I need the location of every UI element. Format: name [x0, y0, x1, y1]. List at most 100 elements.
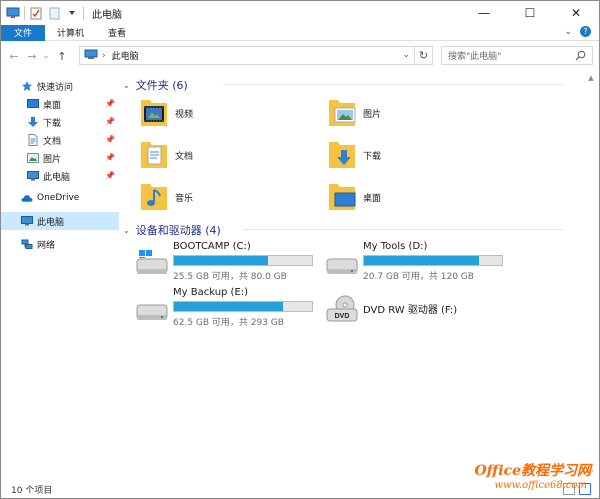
nav-label: 桌面 — [43, 100, 62, 111]
title-bar: 此电脑 — ☐ ✕ — [1, 1, 599, 25]
nav-item-downloads[interactable]: 下载 📌 — [1, 113, 119, 131]
svg-text:DVD: DVD — [335, 313, 350, 320]
computer-icon — [27, 170, 39, 182]
quick-access-toolbar: 此电脑 — [1, 1, 122, 25]
nav-label: 快速访问 — [37, 82, 74, 93]
explorer-window: 此电脑 — ☐ ✕ 文件 计算机 查看 ⌄ ? ← → ⌄ ↑ › 此电脑 ⌄ … — [0, 0, 600, 499]
drive-c[interactable]: BOOTCAMP (C:) 25.5 GB 可用，共 80.0 GB — [135, 241, 325, 289]
pin-icon[interactable]: 📌 — [105, 99, 115, 108]
group-divider — [243, 229, 563, 230]
pin-icon[interactable]: 📌 — [105, 153, 115, 162]
folder-music[interactable]: 音乐 — [139, 177, 329, 217]
music-folder-icon — [139, 180, 169, 215]
pin-icon[interactable]: 📌 — [105, 117, 115, 126]
nav-network[interactable]: 网络 — [1, 235, 119, 253]
computer-icon — [84, 49, 98, 63]
scroll-up-arrow-icon[interactable]: ▲ — [583, 71, 599, 85]
drive-f[interactable]: DVD DVD RW 驱动器 (F:) — [325, 287, 515, 335]
tab-view[interactable]: 查看 — [96, 26, 138, 39]
vertical-scrollbar[interactable]: ▲ ▼ — [583, 71, 599, 479]
dvd-drive-icon: DVD — [325, 295, 359, 327]
folder-name: 下载 — [363, 151, 382, 162]
drive-usage-bar — [173, 255, 313, 266]
folder-pictures[interactable]: 图片 — [327, 93, 517, 133]
drive-size: 20.7 GB 可用，共 120 GB — [363, 272, 474, 282]
drive-name: My Backup (E:) — [173, 287, 249, 298]
new-folder-icon[interactable] — [47, 6, 61, 20]
folder-downloads[interactable]: 下载 — [327, 135, 517, 175]
hard-drive-icon — [135, 295, 169, 327]
drive-size: 25.5 GB 可用，共 80.0 GB — [173, 272, 287, 282]
breadcrumb-chevron-icon[interactable]: › — [102, 51, 106, 61]
expand-ribbon-icon[interactable]: ⌄ — [564, 27, 572, 37]
nav-label: 图片 — [43, 154, 62, 165]
watermark-url: www.office68.com — [494, 480, 588, 491]
tab-file[interactable]: 文件 — [1, 24, 45, 41]
close-button[interactable]: ✕ — [553, 1, 599, 25]
downloads-folder-icon — [327, 138, 357, 173]
nav-quick-access[interactable]: 快速访问 — [1, 77, 119, 95]
group-header-drives[interactable]: ⌄ 设备和驱动器 (4) — [123, 222, 573, 238]
folder-name: 图片 — [363, 109, 382, 120]
drive-e[interactable]: My Backup (E:) 62.5 GB 可用，共 293 GB — [135, 287, 325, 335]
group-header-folders[interactable]: ⌄ 文件夹 (6) — [123, 77, 573, 93]
document-icon — [27, 134, 39, 146]
nav-onedrive[interactable]: OneDrive — [1, 189, 119, 207]
item-count: 10 个项目 — [11, 485, 53, 496]
pin-icon[interactable]: 📌 — [105, 171, 115, 180]
drive-usage-bar — [363, 255, 503, 266]
breadcrumb-this-pc[interactable]: 此电脑 — [112, 49, 139, 62]
tab-computer[interactable]: 计算机 — [45, 26, 96, 39]
folder-name: 桌面 — [363, 193, 382, 204]
navigation-pane: 快速访问 桌面 📌 下载 📌 文档 📌 图片 📌 此电脑 📌 OneDrive … — [1, 71, 119, 479]
nav-item-documents[interactable]: 文档 📌 — [1, 131, 119, 149]
desktop-icon — [27, 98, 39, 110]
back-button[interactable]: ← — [7, 47, 21, 65]
nav-item-desktop[interactable]: 桌面 📌 — [1, 95, 119, 113]
content-pane: ⌄ 文件夹 (6) 视频 图片 文档 下载 音乐 桌面 ⌄ 设备和驱动器 (4)… — [119, 71, 583, 479]
search-icon[interactable] — [575, 50, 586, 64]
forward-button[interactable]: → — [25, 47, 39, 65]
address-row: ← → ⌄ ↑ › 此电脑 ⌄ ↻ 搜索"此电脑" — [1, 45, 599, 67]
network-icon — [21, 238, 33, 250]
refresh-button[interactable]: ↻ — [415, 46, 433, 65]
nav-this-pc[interactable]: 此电脑 — [1, 212, 119, 230]
download-icon — [27, 116, 39, 128]
recent-locations-button[interactable]: ⌄ — [39, 47, 53, 65]
collapse-chevron-icon[interactable]: ⌄ — [123, 81, 130, 90]
folder-desktop[interactable]: 桌面 — [327, 177, 517, 217]
customize-toolbar-icon[interactable] — [65, 6, 79, 20]
star-icon — [21, 80, 33, 92]
search-input[interactable]: 搜索"此电脑" — [441, 46, 593, 65]
hard-drive-icon — [325, 249, 359, 281]
nav-item-pictures[interactable]: 图片 📌 — [1, 149, 119, 167]
nav-label: 文档 — [43, 136, 62, 147]
windows-drive-icon — [135, 249, 169, 281]
folder-videos[interactable]: 视频 — [139, 93, 329, 133]
nav-item-this-pc-pinned[interactable]: 此电脑 📌 — [1, 167, 119, 185]
nav-label: OneDrive — [37, 193, 80, 203]
maximize-button[interactable]: ☐ — [507, 1, 553, 25]
nav-label: 下载 — [43, 118, 62, 129]
computer-icon — [6, 6, 20, 20]
help-icon[interactable]: ? — [580, 26, 591, 37]
window-title: 此电脑 — [92, 9, 122, 21]
properties-icon[interactable] — [29, 6, 43, 20]
drive-name: BOOTCAMP (C:) — [173, 241, 251, 252]
folder-documents[interactable]: 文档 — [139, 135, 329, 175]
up-button[interactable]: ↑ — [55, 47, 69, 65]
collapse-chevron-icon[interactable]: ⌄ — [123, 226, 130, 235]
drive-usage-bar — [173, 301, 313, 312]
pin-icon[interactable]: 📌 — [105, 135, 115, 144]
group-title: 文件夹 (6) — [135, 79, 188, 92]
drive-usage-fill — [364, 256, 479, 265]
ribbon-tabs: 文件 计算机 查看 ⌄ ? — [1, 24, 599, 41]
videos-folder-icon — [139, 96, 169, 131]
address-bar[interactable]: › 此电脑 ⌄ — [79, 46, 415, 65]
folder-name: 视频 — [175, 109, 194, 120]
address-dropdown-icon[interactable]: ⌄ — [402, 50, 410, 60]
drive-d[interactable]: My Tools (D:) 20.7 GB 可用，共 120 GB — [325, 241, 515, 289]
minimize-button[interactable]: — — [461, 1, 507, 25]
cloud-icon — [21, 192, 33, 204]
toolbar-separator — [83, 6, 84, 20]
